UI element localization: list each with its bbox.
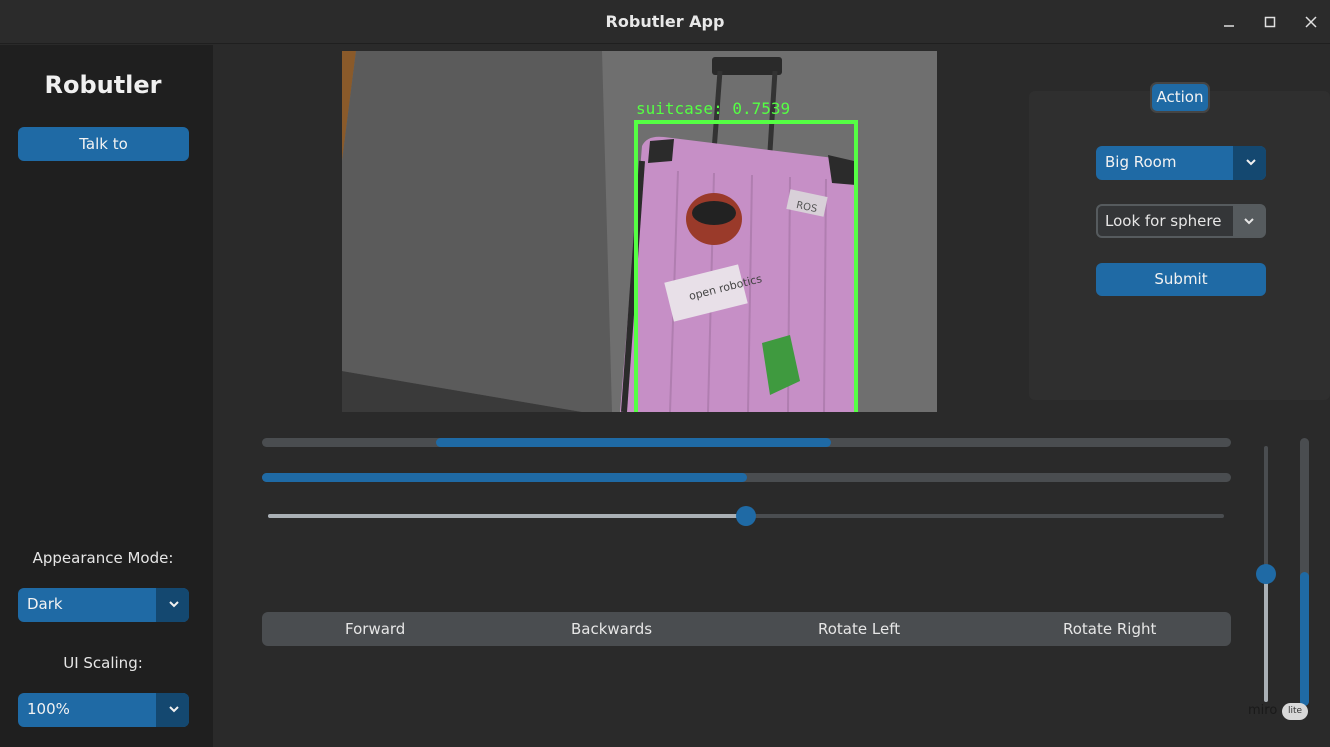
progress-bar-middle-fill bbox=[262, 473, 747, 482]
room-select[interactable]: Big Room bbox=[1096, 146, 1266, 180]
submit-button[interactable]: Submit bbox=[1096, 263, 1266, 296]
close-icon bbox=[1305, 16, 1317, 28]
ui-scaling-value: 100% bbox=[27, 700, 70, 718]
room-select-value: Big Room bbox=[1105, 153, 1177, 171]
ui-scaling-arrow[interactable] bbox=[156, 693, 189, 727]
appearance-mode-value: Dark bbox=[27, 595, 63, 613]
tab-action[interactable]: Action bbox=[1150, 82, 1210, 113]
minimize-icon bbox=[1224, 25, 1234, 27]
miro-watermark: miro bbox=[1248, 703, 1278, 718]
ui-scaling-select[interactable]: 100% bbox=[18, 693, 189, 727]
detection-box bbox=[634, 120, 858, 412]
close-button[interactable] bbox=[1299, 10, 1323, 34]
app-logo: Robutler bbox=[44, 71, 162, 99]
movement-segmented-button: Forward Backwards Rotate Left Rotate Rig… bbox=[262, 612, 1231, 646]
appearance-mode-select[interactable]: Dark bbox=[18, 588, 189, 622]
action-panel bbox=[1029, 91, 1330, 400]
camera-feed: suitcase: 0.7539 open robotics ROS bbox=[342, 51, 937, 412]
detection-label: suitcase: 0.7539 bbox=[636, 99, 791, 118]
progress-bar-top-fill bbox=[436, 438, 831, 447]
ui-scaling-label: UI Scaling: bbox=[63, 654, 143, 672]
minimize-button[interactable] bbox=[1217, 10, 1241, 34]
maximize-button[interactable] bbox=[1258, 10, 1282, 34]
forward-button[interactable]: Forward bbox=[345, 620, 405, 638]
chevron-down-icon bbox=[1246, 159, 1256, 166]
vertical-slider-progress bbox=[1264, 574, 1268, 702]
room-select-arrow[interactable] bbox=[1233, 146, 1266, 180]
backwards-button[interactable]: Backwards bbox=[571, 620, 652, 638]
progress-bar-middle bbox=[262, 473, 1231, 482]
progress-bar-top bbox=[262, 438, 1231, 447]
talk-to-button[interactable]: Talk to bbox=[18, 127, 189, 161]
vertical-slider-handle[interactable] bbox=[1256, 564, 1276, 584]
title-bar: Robutler App bbox=[0, 0, 1330, 44]
vertical-progress-bar bbox=[1300, 438, 1309, 706]
horizontal-slider-progress bbox=[268, 514, 746, 518]
chevron-down-icon bbox=[1244, 218, 1254, 225]
chevron-down-icon bbox=[169, 706, 179, 713]
window-title: Robutler App bbox=[605, 12, 725, 31]
lite-badge: lite bbox=[1282, 703, 1308, 720]
task-combobox-value[interactable]: Look for sphere bbox=[1105, 212, 1221, 230]
horizontal-slider-handle[interactable] bbox=[736, 506, 756, 526]
vertical-progress-bar-fill bbox=[1300, 572, 1309, 706]
maximize-icon bbox=[1264, 16, 1276, 28]
rotate-left-button[interactable]: Rotate Left bbox=[818, 620, 900, 638]
rotate-right-button[interactable]: Rotate Right bbox=[1063, 620, 1156, 638]
appearance-mode-arrow[interactable] bbox=[156, 588, 189, 622]
appearance-mode-label: Appearance Mode: bbox=[32, 549, 174, 567]
chevron-down-icon bbox=[169, 601, 179, 608]
task-combobox-arrow[interactable] bbox=[1233, 206, 1264, 236]
task-combobox[interactable]: Look for sphere bbox=[1096, 204, 1266, 238]
